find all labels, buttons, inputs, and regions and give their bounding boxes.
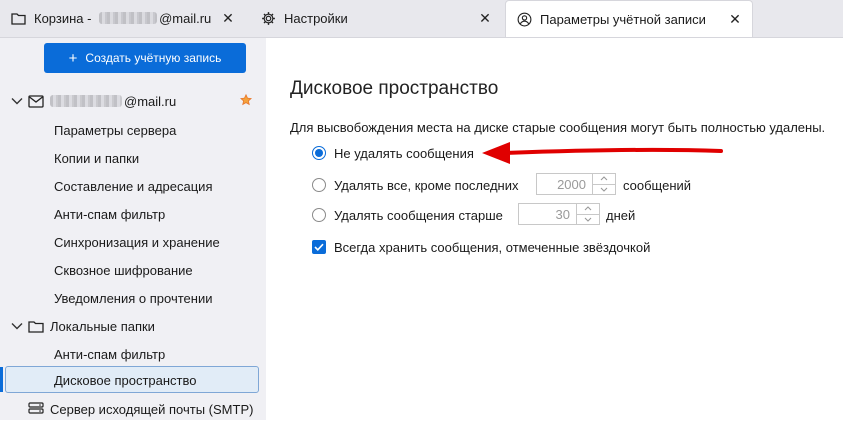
keep-recent-count-input[interactable]: 2000	[536, 173, 616, 195]
tab-account-settings-label: Параметры учётной записи	[540, 11, 706, 27]
radio-keep-all[interactable]	[312, 146, 326, 160]
outgoing-server-icon	[27, 401, 45, 417]
tab-bar: Корзина - @mail.ru ✕ Настройки ✕ Парамет…	[0, 0, 843, 38]
mail-account-icon	[27, 93, 45, 109]
option-keep-starred[interactable]: Всегда хранить сообщения, отмеченные звё…	[312, 236, 650, 258]
sidebar-item-server-settings[interactable]: Параметры сервера	[0, 118, 266, 142]
chevron-down-icon[interactable]	[10, 94, 24, 108]
tab-settings-label: Настройки	[284, 10, 348, 26]
close-icon[interactable]: ✕	[726, 10, 744, 28]
keep-recent-suffix: сообщений	[623, 177, 692, 193]
tab-account-settings[interactable]: Параметры учётной записи ✕	[505, 0, 753, 37]
gear-icon	[260, 10, 276, 26]
option-delete-older[interactable]: Удалять сообщения старше	[312, 204, 503, 226]
sidebar-item-sync[interactable]: Синхронизация и хранение	[0, 230, 266, 254]
option-keep-recent[interactable]: Удалять все, кроме последних	[312, 174, 519, 196]
delete-older-suffix: дней	[606, 207, 636, 223]
star-icon	[239, 93, 254, 108]
sidebar-smtp[interactable]: Сервер исходящей почты (SMTP)	[0, 397, 266, 421]
annotation-arrow	[482, 142, 723, 164]
sidebar-item-receipts[interactable]: Уведомления о прочтении	[0, 286, 266, 310]
sidebar-local-folders[interactable]: Локальные папки	[0, 314, 266, 338]
sidebar-item-composition[interactable]: Составление и адресация	[0, 174, 266, 198]
page-title: Дисковое пространство	[290, 78, 499, 99]
option-keep-all[interactable]: Не удалять сообщения	[312, 142, 474, 164]
tab-trash-label: Корзина - @mail.ru	[34, 10, 212, 26]
spin-up-icon[interactable]	[577, 204, 599, 214]
disk-space-description: Для высвобождения места на диске старые …	[290, 120, 826, 135]
folder-icon	[27, 318, 45, 334]
radio-keep-recent[interactable]	[312, 178, 326, 192]
spin-down-icon[interactable]	[593, 183, 615, 195]
spin-up-icon[interactable]	[593, 174, 615, 184]
close-icon[interactable]: ✕	[219, 9, 237, 27]
close-icon[interactable]: ✕	[476, 9, 494, 27]
redacted-email	[99, 11, 158, 24]
plus-icon: +	[68, 49, 78, 67]
delete-older-days-input[interactable]: 30	[518, 203, 600, 225]
sidebar-item-e2e[interactable]: Сквозное шифрование	[0, 258, 266, 282]
radio-delete-older[interactable]	[312, 208, 326, 222]
tab-trash[interactable]: Корзина - @mail.ru ✕	[0, 0, 245, 36]
sidebar-item-local-junk[interactable]: Анти-спам фильтр	[0, 342, 266, 366]
sidebar-item-disk-space[interactable]: Дисковое пространство	[0, 368, 266, 392]
account-icon	[516, 11, 532, 27]
checkbox-keep-starred[interactable]	[312, 240, 326, 254]
sidebar-account-email: @mail.ru	[50, 94, 176, 109]
create-account-button[interactable]: + Создать учётную запись	[44, 43, 246, 73]
folder-icon	[10, 10, 26, 26]
sidebar: + Создать учётную запись @mail.ru Параме…	[0, 38, 266, 420]
spin-down-icon[interactable]	[577, 213, 599, 225]
main-panel: Дисковое пространство Для высвобождения …	[266, 38, 843, 420]
sidebar-account[interactable]: @mail.ru	[0, 89, 266, 113]
tab-settings[interactable]: Настройки ✕	[250, 0, 502, 36]
sidebar-item-copies-folders[interactable]: Копии и папки	[0, 146, 266, 170]
sidebar-item-junk[interactable]: Анти-спам фильтр	[0, 202, 266, 226]
chevron-down-icon[interactable]	[10, 319, 24, 333]
